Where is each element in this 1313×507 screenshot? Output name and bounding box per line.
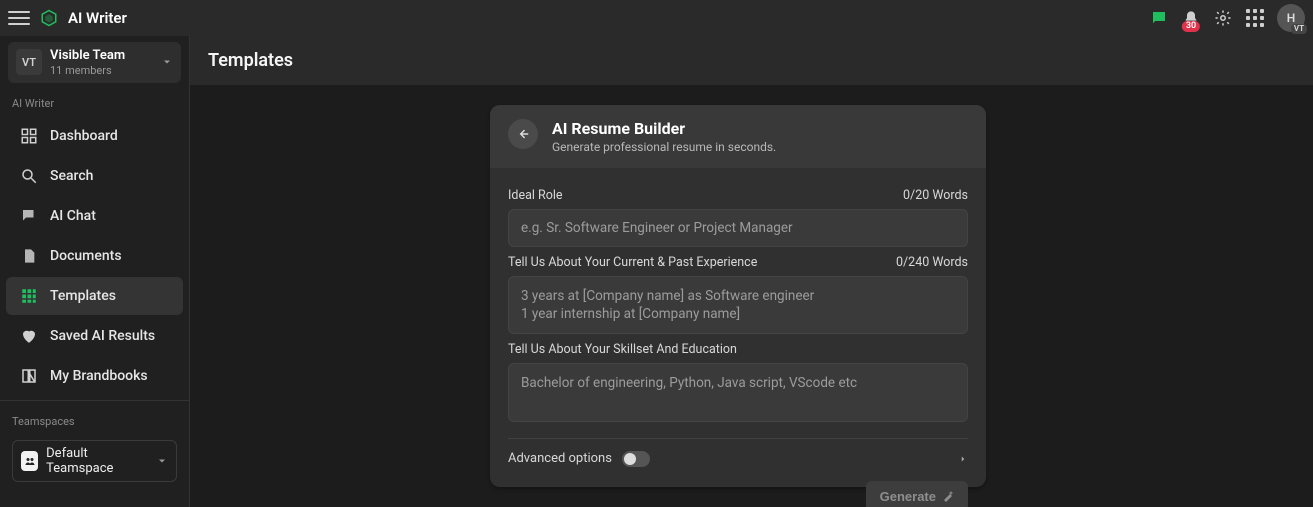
sidebar-item-templates[interactable]: Templates	[6, 277, 183, 315]
default-teamspace[interactable]: Default Teamspace	[12, 440, 177, 482]
back-button[interactable]	[508, 119, 538, 149]
sidebar-item-documents[interactable]: Documents	[6, 237, 183, 275]
experience-counter: 0/240 Words	[896, 255, 968, 270]
document-icon	[20, 247, 38, 265]
menu-icon[interactable]	[8, 7, 30, 29]
sidebar-item-label: Templates	[50, 288, 116, 304]
notifications-icon[interactable]: 30	[1181, 8, 1201, 28]
sidebar-item-saved-results[interactable]: Saved AI Results	[6, 317, 183, 355]
sidebar-item-label: AI Chat	[50, 208, 96, 224]
experience-input[interactable]	[508, 276, 968, 334]
apps-icon[interactable]	[1245, 8, 1265, 28]
card-subtitle: Generate professional resume in seconds.	[552, 140, 776, 154]
page-title: Templates	[190, 36, 1313, 85]
skills-label: Tell Us About Your Skillset And Educatio…	[508, 342, 737, 357]
advanced-options-row[interactable]: Advanced options	[508, 438, 968, 467]
magic-icon	[942, 490, 954, 502]
advanced-options-label: Advanced options	[508, 451, 612, 466]
templates-icon	[20, 287, 38, 305]
ideal-role-label: Ideal Role	[508, 188, 563, 203]
search-icon	[20, 167, 38, 185]
generate-button[interactable]: Generate	[866, 481, 968, 507]
sidebar-item-search[interactable]: Search	[6, 157, 183, 195]
team-selector[interactable]: VT Visible Team 11 members	[8, 42, 181, 83]
topbar: AI Writer 30 H VT	[0, 0, 1313, 36]
sidebar-item-label: Search	[50, 168, 93, 184]
chat-support-icon[interactable]	[1149, 8, 1169, 28]
ideal-role-input[interactable]	[508, 209, 968, 247]
main-content: Templates AI Resume Builder Generate pro…	[190, 36, 1313, 507]
teamspace-name: Default Teamspace	[46, 446, 142, 476]
skills-input[interactable]	[508, 363, 968, 421]
teamspaces-label: Teamspaces	[0, 401, 189, 434]
app-title: AI Writer	[68, 9, 127, 27]
card-title: AI Resume Builder	[552, 119, 776, 138]
sidebar: VT Visible Team 11 members AI Writer Das…	[0, 36, 190, 507]
user-avatar[interactable]: H VT	[1277, 4, 1305, 32]
brandbook-icon	[20, 367, 38, 385]
avatar-initial: H	[1287, 11, 1296, 25]
sidebar-item-label: Documents	[50, 248, 122, 264]
advanced-options-toggle[interactable]	[622, 451, 650, 467]
sidebar-section-label: AI Writer	[0, 83, 189, 116]
settings-icon[interactable]	[1213, 8, 1233, 28]
sidebar-item-brandbooks[interactable]: My Brandbooks	[6, 357, 183, 395]
avatar-team-badge: VT	[1291, 24, 1307, 34]
sidebar-item-ai-chat[interactable]: AI Chat	[6, 197, 183, 235]
generate-button-label: Generate	[880, 489, 936, 504]
teamspace-icon	[21, 451, 38, 471]
sidebar-item-label: Saved AI Results	[50, 328, 155, 344]
experience-label: Tell Us About Your Current & Past Experi…	[508, 255, 757, 270]
team-name: Visible Team	[50, 48, 125, 64]
sidebar-item-dashboard[interactable]: Dashboard	[6, 117, 183, 155]
sidebar-item-label: Dashboard	[50, 128, 118, 144]
ideal-role-counter: 0/20 Words	[903, 188, 968, 203]
team-avatar: VT	[16, 49, 42, 75]
chat-icon	[20, 207, 38, 225]
heart-icon	[20, 327, 38, 345]
sidebar-item-label: My Brandbooks	[50, 368, 148, 384]
dashboard-icon	[20, 127, 38, 145]
app-logo-icon	[40, 9, 58, 27]
chevron-down-icon	[156, 455, 168, 467]
team-members: 11 members	[50, 64, 125, 77]
chevron-down-icon	[161, 56, 173, 68]
notification-badge: 30	[1182, 21, 1200, 32]
resume-builder-card: AI Resume Builder Generate professional …	[490, 105, 986, 487]
chevron-right-icon	[958, 454, 968, 464]
